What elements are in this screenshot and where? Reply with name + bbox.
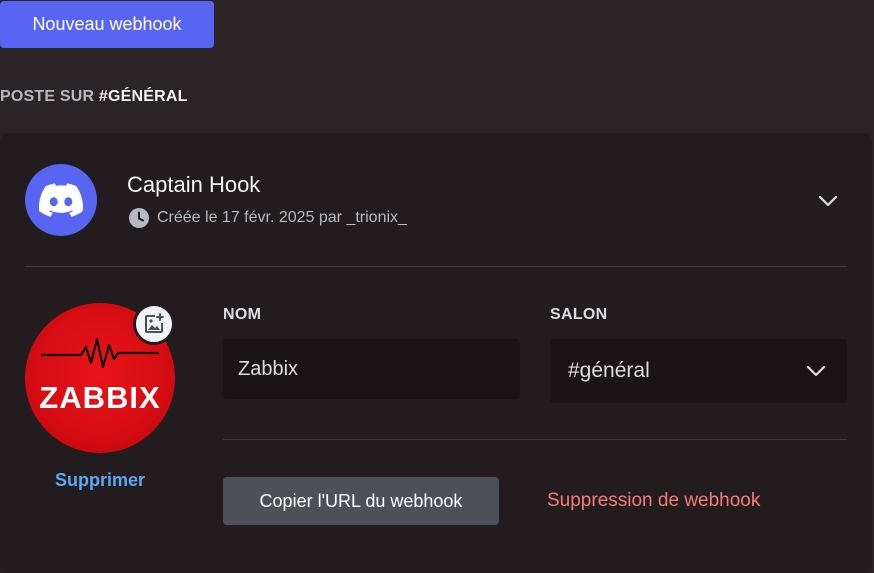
name-field-label: NOM bbox=[223, 306, 262, 323]
webhook-card-header[interactable]: Captain Hook Créée le 17 févr. 2025 par … bbox=[0, 133, 872, 266]
chevron-down-icon bbox=[804, 359, 828, 383]
add-image-button[interactable] bbox=[133, 303, 175, 345]
add-image-icon bbox=[145, 313, 164, 333]
form-divider bbox=[223, 439, 847, 440]
created-text: Créée le 17 févr. 2025 par _trionix_ bbox=[157, 209, 407, 226]
chevron-down-icon[interactable] bbox=[816, 189, 840, 213]
webhook-name-title: Captain Hook bbox=[127, 172, 261, 197]
webhook-card: Captain Hook Créée le 17 févr. 2025 par … bbox=[0, 133, 872, 573]
header-divider bbox=[25, 266, 847, 267]
channel-field-label: SALON bbox=[550, 306, 608, 323]
heading-channel: #GÉNÉRAL bbox=[98, 88, 188, 105]
avatar-text: ZABBIX bbox=[39, 380, 161, 415]
channel-section-heading: POSTE SUR #GÉNÉRAL bbox=[0, 88, 188, 106]
delete-webhook-button[interactable]: Suppression de webhook bbox=[547, 490, 760, 512]
name-input[interactable] bbox=[223, 339, 520, 399]
channel-select-value: #général bbox=[568, 359, 650, 382]
created-meta: Créée le 17 févr. 2025 par _trionix_ bbox=[128, 207, 407, 229]
remove-avatar-link[interactable]: Supprimer bbox=[25, 470, 175, 491]
copy-url-button[interactable]: Copier l'URL du webhook bbox=[223, 477, 499, 525]
new-webhook-button[interactable]: Nouveau webhook bbox=[0, 1, 214, 48]
channel-select[interactable]: #général bbox=[550, 339, 847, 403]
heading-prefix: POSTE SUR bbox=[0, 88, 99, 105]
clock-icon bbox=[128, 207, 150, 229]
discord-logo-icon bbox=[25, 164, 97, 236]
webhook-avatar[interactable]: ZABBIX bbox=[25, 303, 175, 453]
